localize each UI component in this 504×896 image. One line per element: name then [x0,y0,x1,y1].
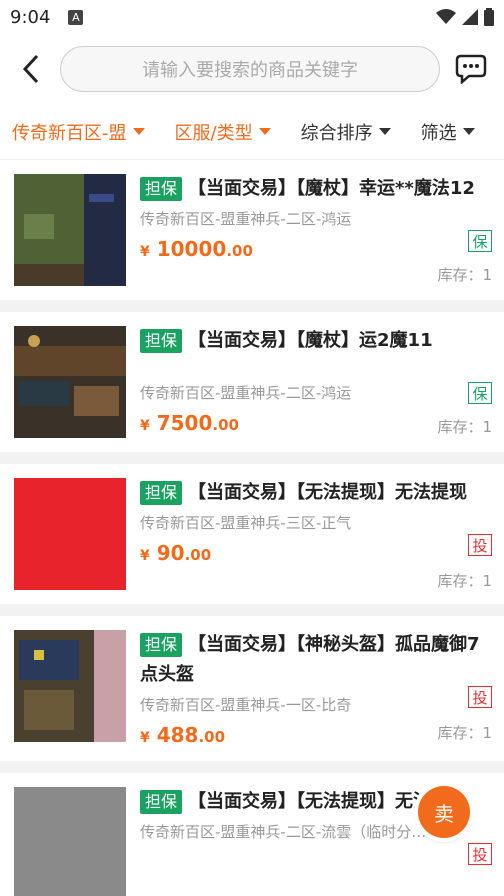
item-title-text: 【当面交易】【魔杖】幸运**魔法12 [188,178,475,199]
price-dec: .00 [198,728,226,746]
back-button[interactable] [14,47,48,91]
status-bar: 9:04 A [0,0,504,34]
price-int: 7500 [156,411,213,435]
filter-server[interactable]: 传奇新百区-盟 [12,119,145,145]
filter-type[interactable]: 区服/类型 [175,119,271,145]
currency-symbol: ¥ [140,244,150,260]
item-stock: 库存：1 [437,724,492,742]
guarantee-tag: 担保 [140,177,183,201]
item-info: 担保 【当面交易】【魔杖】运2魔11 传奇新百区-盟重神兵-二区-鸿运 保 ¥ 7… [140,326,492,438]
price-int: 90 [156,541,185,565]
item-server: 传奇新百区-盟重神兵-一区-比奇 [140,696,352,714]
item-info: 担保 【当面交易】【神秘头盔】孤品魔御7点头盔 传奇新百区-盟重神兵-一区-比奇 … [140,630,492,747]
list-item[interactable]: 担保 【当面交易】【魔杖】幸运**魔法12 传奇新百区-盟重神兵-二区-鸿运 保 … [0,160,504,300]
complaint-badge: 投 [468,843,492,865]
item-server: 传奇新百区-盟重神兵-三区-正气 [140,514,352,532]
price-dec: .00 [226,242,253,260]
filter-bar: 传奇新百区-盟 区服/类型 综合排序 筛选 [0,104,504,160]
guarantee-badge: 保 [468,230,492,252]
currency-symbol: ¥ [140,418,150,434]
filter-type-label: 区服/类型 [174,122,253,144]
item-title-text: 【当面交易】【魔杖】运2魔11 [188,330,433,351]
guarantee-tag: 担保 [140,633,183,657]
list-item[interactable]: 担保 【当面交易】【无法提现】无法提现 传奇新百区-盟重神兵-三区-正气 投 ¥ … [0,464,504,604]
item-title: 担保 【当面交易】【魔杖】运2魔11 [140,326,492,356]
product-image [14,787,126,896]
item-stock: 库存：1 [437,572,492,590]
item-title: 担保 【当面交易】【神秘头盔】孤品魔御7点头盔 [140,630,492,690]
item-info: 担保 【当面交易】【魔杖】幸运**魔法12 传奇新百区-盟重神兵-二区-鸿运 保 … [140,174,492,286]
search-placeholder: 请输入要搜索的商品关键字 [142,60,358,81]
complaint-badge: 投 [468,534,492,556]
chat-icon [455,54,487,84]
item-price: ¥ 90.00 [140,541,492,565]
item-price: ¥ 10000.00 [140,237,492,261]
list-item[interactable]: 担保 【当面交易】【魔杖】运2魔11 传奇新百区-盟重神兵-二区-鸿运 保 ¥ 7… [0,312,504,452]
price-dec: .00 [212,416,239,434]
filter-sort[interactable]: 综合排序 [301,119,391,145]
item-info: 担保 【当面交易】【无法提现】无法提现 传奇新百区-盟重神兵-三区-正气 投 ¥ … [140,478,492,590]
filter-more-label: 筛选 [420,122,457,144]
product-image [14,630,126,742]
header: 请输入要搜索的商品关键字 [0,34,504,104]
item-title: 担保 【当面交易】【无法提现】无法提现 [140,478,492,508]
chevron-left-icon [22,54,39,84]
guarantee-tag: 担保 [140,790,183,814]
guarantee-badge: 保 [468,382,492,404]
filter-more[interactable]: 筛选 [421,119,475,145]
complaint-badge: 投 [468,686,492,708]
search-input[interactable]: 请输入要搜索的商品关键字 [60,46,440,92]
triangle-down-icon [258,128,271,135]
product-image [14,478,126,590]
guarantee-tag: 担保 [140,329,183,353]
wifi-icon [436,9,456,24]
message-button[interactable] [454,52,488,86]
accessibility-icon: A [68,9,84,25]
triangle-down-icon [378,128,391,135]
item-title-text: 【当面交易】【无法提现】无法提现 [188,482,468,503]
product-list: 担保 【当面交易】【魔杖】幸运**魔法12 传奇新百区-盟重神兵-二区-鸿运 保 … [0,160,504,896]
item-title: 担保 【当面交易】【魔杖】幸运**魔法12 [140,174,492,204]
product-image [14,174,126,286]
triangle-down-icon [462,128,475,135]
currency-symbol: ¥ [140,730,150,746]
item-title-text: 【当面交易】【神秘头盔】孤品魔御7点头盔 [140,634,480,685]
signal-icon [462,9,478,25]
currency-symbol: ¥ [140,548,150,564]
sell-button[interactable]: 卖 [418,786,470,838]
battery-icon [484,8,494,26]
filter-server-label: 传奇新百区-盟 [12,122,127,144]
item-stock: 库存：1 [437,266,492,284]
item-server: 传奇新百区-盟重神兵-二区-鸿运 [140,384,352,402]
triangle-down-icon [132,128,145,135]
item-stock: 库存：1 [437,418,492,436]
status-icons [436,8,494,26]
item-server: 传奇新百区-盟重神兵-二区-鸿运 [140,210,352,228]
guarantee-tag: 担保 [140,481,183,505]
price-int: 488 [156,723,199,747]
price-int: 10000 [156,237,227,261]
product-image [14,326,126,438]
price-dec: .00 [184,546,212,564]
filter-sort-label: 综合排序 [300,122,373,144]
list-item[interactable]: 担保 【当面交易】【神秘头盔】孤品魔御7点头盔 传奇新百区-盟重神兵-一区-比奇 … [0,616,504,761]
status-time: 9:04 [10,6,51,28]
